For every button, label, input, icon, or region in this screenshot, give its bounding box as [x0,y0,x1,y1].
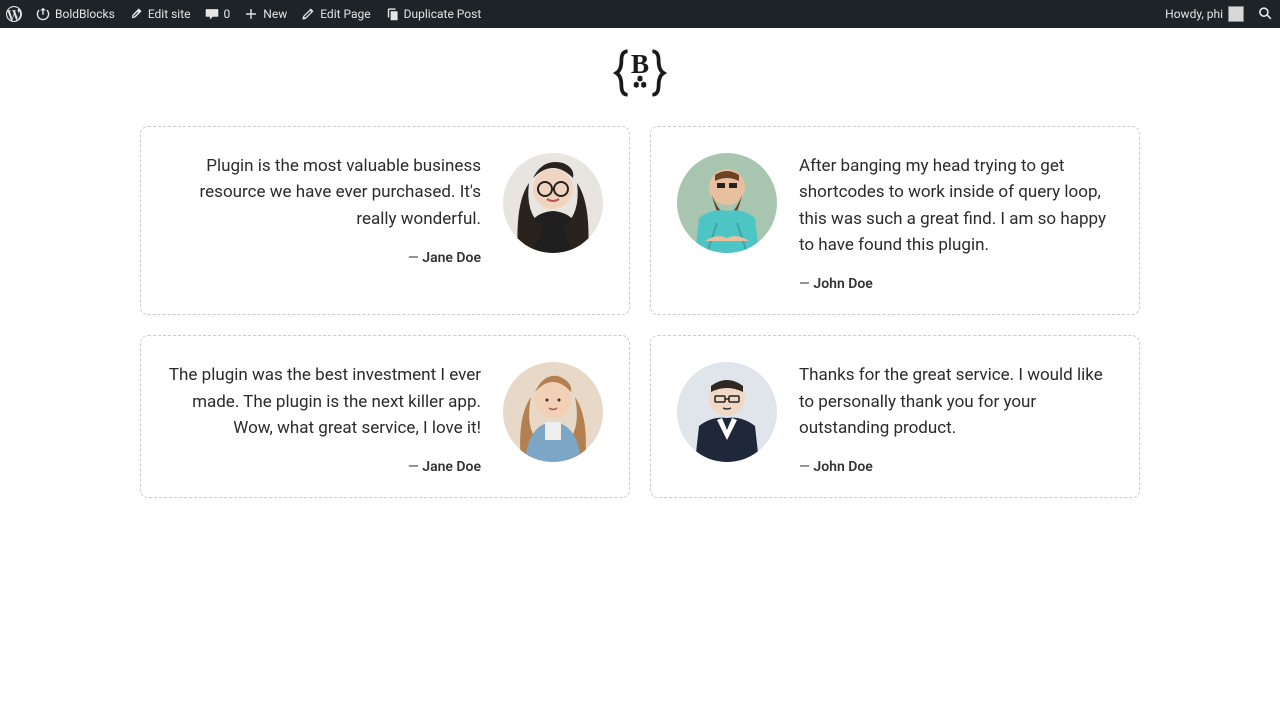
testimonial-avatar [677,362,777,462]
duplicate-post-link[interactable]: Duplicate Post [385,0,482,28]
duplicate-icon [385,7,399,21]
edit-page-label: Edit Page [320,7,370,21]
testimonial-avatar [503,362,603,462]
comments-link[interactable]: 0 [205,0,231,28]
plus-icon [244,7,258,21]
search-icon [1258,6,1274,22]
boldblocks-logo-icon: B [609,42,671,104]
comment-icon [205,7,219,21]
howdy-label: Howdy, phi [1165,7,1223,21]
edit-page-link[interactable]: Edit Page [301,0,370,28]
testimonial-quote: After banging my head trying to get shor… [799,153,1113,258]
testimonial-author: — John Doe [799,276,1113,292]
testimonial-card: After banging my head trying to get shor… [650,126,1140,315]
testimonial-grid: Plugin is the most valuable business res… [140,126,1140,498]
svg-text:B: B [631,49,649,79]
testimonial-card: The plugin was the best investment I eve… [140,335,630,498]
testimonial-quote: Plugin is the most valuable business res… [167,153,481,232]
testimonial-author: — Jane Doe [167,459,481,475]
testimonial-author: — John Doe [799,459,1113,475]
testimonial-card: Plugin is the most valuable business res… [140,126,630,315]
dashboard-icon [36,7,50,21]
testimonial-author: — Jane Doe [167,250,481,266]
site-name-link[interactable]: BoldBlocks [36,0,115,28]
comment-count: 0 [224,7,231,21]
user-avatar-icon [1228,6,1244,22]
testimonial-avatar [503,153,603,253]
testimonial-card: Thanks for the great service. I would li… [650,335,1140,498]
site-logo: B [0,28,1280,126]
new-label: New [263,7,287,21]
testimonial-quote: The plugin was the best investment I eve… [167,362,481,441]
search-toggle[interactable] [1258,0,1274,28]
wp-logo[interactable] [6,0,22,28]
pencil-icon [301,7,315,21]
duplicate-post-label: Duplicate Post [404,7,482,21]
site-name-label: BoldBlocks [55,7,115,21]
testimonial-avatar [677,153,777,253]
brush-icon [129,7,143,21]
new-link[interactable]: New [244,0,287,28]
my-account-link[interactable]: Howdy, phi [1165,0,1244,28]
edit-site-label: Edit site [148,7,191,21]
edit-site-link[interactable]: Edit site [129,0,191,28]
testimonial-quote: Thanks for the great service. I would li… [799,362,1113,441]
wp-admin-bar: BoldBlocks Edit site 0 New Edit Page Dup… [0,0,1280,28]
